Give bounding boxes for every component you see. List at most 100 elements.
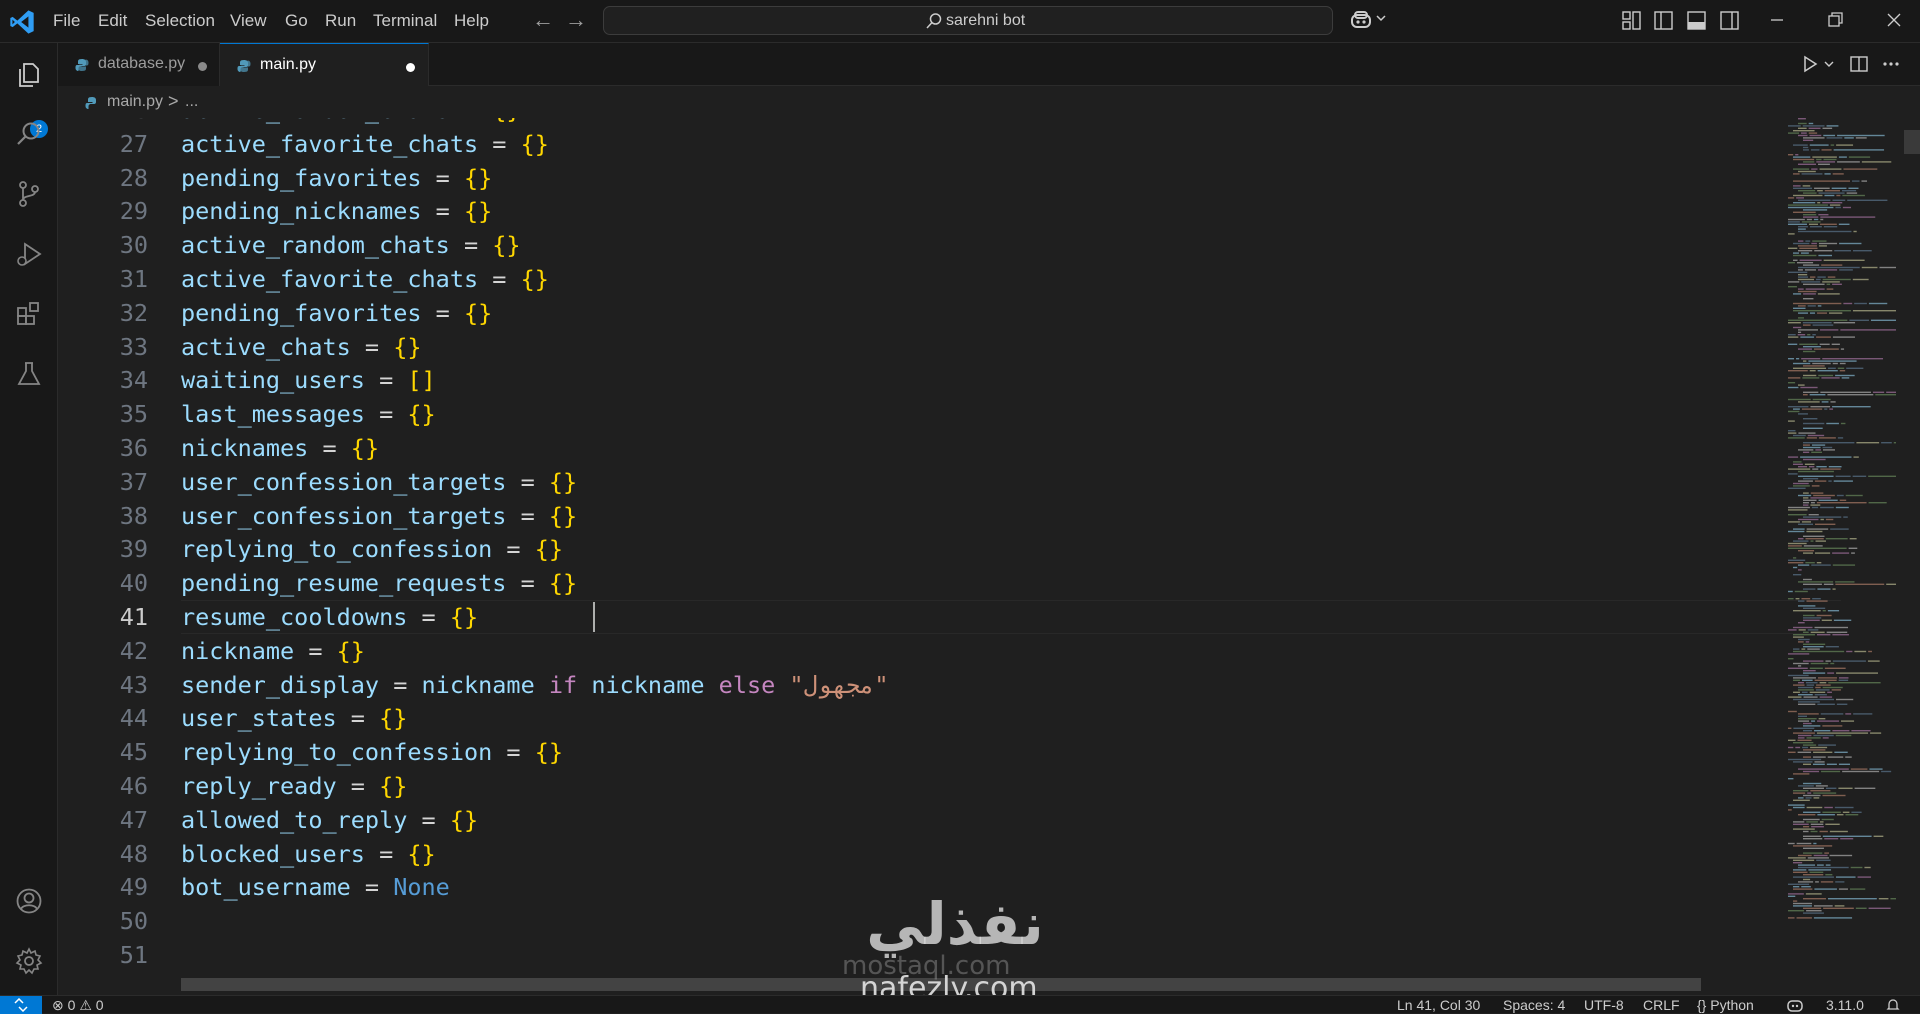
- breadcrumb-file[interactable]: main.py: [107, 93, 163, 111]
- minimap-line: [1801, 173, 1823, 175]
- minimap-line: [1793, 463, 1803, 465]
- vertical-scrollbar[interactable]: [1904, 130, 1920, 154]
- minimap-line: [1811, 444, 1826, 446]
- code-line: 39 replying_to_confession = {}: [58, 532, 1778, 566]
- minimap-line: [1841, 377, 1850, 379]
- menu-selection[interactable]: Selection: [145, 11, 215, 31]
- assignment-operator: =: [421, 298, 464, 327]
- toggle-panel-icon[interactable]: [1687, 11, 1706, 30]
- minimap-line: [1844, 137, 1854, 139]
- tab-main-py[interactable]: main.py: [220, 43, 429, 86]
- breadcrumb-symbols[interactable]: ...: [185, 93, 198, 111]
- minimap-line: [1852, 475, 1867, 477]
- workspace-name: sarehni bot: [946, 12, 1026, 29]
- testing-flask-icon[interactable]: [14, 359, 44, 389]
- minimap-line: [1803, 394, 1808, 396]
- minimap-line: [1836, 494, 1844, 497]
- minimap-line: [1803, 209, 1828, 211]
- python-interpreter[interactable]: 3.11.0: [1826, 997, 1864, 1013]
- minimap-line: [1810, 662, 1829, 665]
- minimap-line: [1788, 547, 1847, 549]
- code-line: 42 nickname = {}: [58, 634, 1778, 668]
- extensions-icon[interactable]: [14, 299, 44, 329]
- language-mode[interactable]: {} Python: [1697, 997, 1754, 1013]
- command-center-search[interactable]: sarehni bot: [603, 6, 1333, 35]
- menu-help[interactable]: Help: [454, 11, 489, 31]
- encoding[interactable]: UTF-8: [1584, 997, 1624, 1013]
- problems-indicator[interactable]: ⊗ 0 ⚠ 0: [52, 997, 104, 1014]
- cursor-position[interactable]: Ln 41, Col 30: [1397, 997, 1480, 1013]
- restore-icon[interactable]: [1824, 9, 1846, 31]
- minimap-line: [1831, 689, 1841, 691]
- code-editor[interactable]: 26 active_random_chats = {} 27 active_favor…: [58, 118, 1920, 995]
- minimize-icon[interactable]: [1766, 9, 1788, 31]
- chevron-down-icon[interactable]: [1375, 12, 1387, 24]
- variable-name: last_messages: [181, 400, 365, 429]
- indentation[interactable]: Spaces: 4: [1503, 997, 1565, 1013]
- tab-database-py[interactable]: database.py: [58, 43, 220, 86]
- minimap-line: [1793, 362, 1811, 365]
- minimap-line: [1793, 482, 1809, 485]
- minimap-line: [1798, 814, 1816, 816]
- assignment-operator: =: [478, 265, 521, 293]
- minimap-line: [1809, 667, 1823, 669]
- forward-arrow-icon[interactable]: →: [565, 7, 587, 33]
- minimap-line: [1798, 701, 1820, 703]
- minimap-line: [1821, 401, 1829, 403]
- copilot-status-icon[interactable]: [1786, 998, 1804, 1012]
- menu-terminal[interactable]: Terminal: [373, 11, 437, 31]
- code-line: 31 active_favorite_chats = {}: [58, 262, 1778, 296]
- minimap-line: [1843, 168, 1878, 170]
- split-editor-icon[interactable]: [1850, 55, 1868, 73]
- menu-view[interactable]: View: [230, 11, 267, 31]
- more-actions-icon[interactable]: [1882, 61, 1900, 67]
- minimap-line: [1832, 173, 1844, 175]
- menu-run[interactable]: Run: [325, 11, 356, 31]
- minimap-line: [1793, 367, 1827, 369]
- minimap-line: [1802, 125, 1825, 127]
- minimap-line: [1842, 206, 1852, 209]
- run-options-chevron-icon[interactable]: [1824, 59, 1834, 69]
- menu-go[interactable]: Go: [285, 11, 308, 31]
- run-python-file-icon[interactable]: [1802, 55, 1818, 73]
- remote-indicator[interactable]: [0, 996, 42, 1014]
- minimap-line: [1819, 168, 1842, 170]
- account-icon[interactable]: [14, 886, 44, 916]
- toggle-secondary-sidebar-icon[interactable]: [1720, 11, 1739, 30]
- menu-edit[interactable]: Edit: [98, 11, 127, 31]
- minimap-line: [1793, 859, 1815, 861]
- minimap-line: [1833, 619, 1852, 621]
- unsaved-changes-dot-icon[interactable]: [406, 63, 415, 72]
- customize-layout-icon[interactable]: [1622, 11, 1641, 30]
- minimap-line: [1793, 461, 1802, 463]
- minimap-line: [1820, 223, 1837, 225]
- minimap-line: [1822, 127, 1833, 129]
- minimap-line: [1798, 703, 1816, 705]
- menu-file[interactable]: File: [53, 11, 80, 31]
- back-arrow-icon[interactable]: ←: [532, 7, 554, 33]
- copilot-icon[interactable]: [1349, 10, 1373, 30]
- end-of-line[interactable]: CRLF: [1643, 997, 1680, 1013]
- warning-icon: ⚠: [79, 997, 92, 1013]
- minimap-line: [1793, 180, 1851, 182]
- notifications-bell-icon[interactable]: [1886, 998, 1900, 1012]
- minimap[interactable]: [1784, 118, 1904, 995]
- expr-variable: nickname: [591, 670, 705, 699]
- minimap-line: [1816, 502, 1867, 504]
- minimap-line: [1811, 564, 1831, 566]
- files-icon[interactable]: [14, 60, 44, 90]
- minimap-line: [1798, 581, 1834, 583]
- minimap-line: [1818, 437, 1836, 439]
- run-debug-icon[interactable]: [14, 239, 44, 269]
- unsaved-changes-dot-icon[interactable]: [198, 62, 207, 71]
- minimap-line: [1868, 907, 1891, 909]
- close-icon[interactable]: [1883, 9, 1905, 31]
- source-control-icon[interactable]: [14, 179, 44, 209]
- search-icon[interactable]: [14, 119, 44, 149]
- settings-gear-icon[interactable]: [14, 946, 44, 976]
- minimap-line: [1803, 588, 1816, 590]
- minimap-line: [1798, 564, 1810, 566]
- toggle-primary-sidebar-icon[interactable]: [1654, 11, 1673, 30]
- literal-value: {}: [492, 231, 521, 260]
